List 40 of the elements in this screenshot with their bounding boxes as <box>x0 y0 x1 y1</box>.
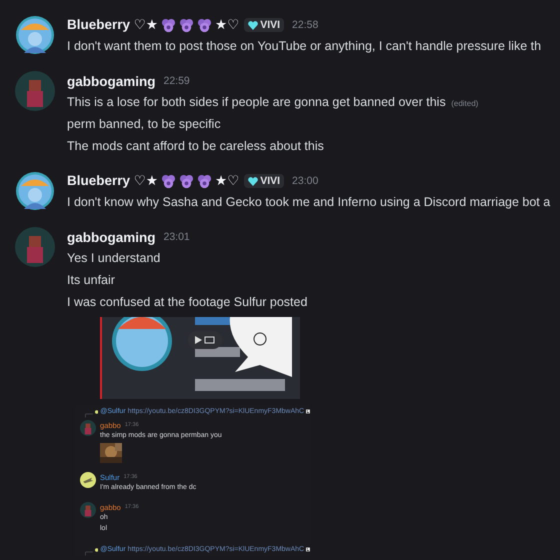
username[interactable]: gabbogaming <box>67 74 156 88</box>
heart-icon <box>248 20 258 30</box>
message-text: Yes I understand <box>67 251 160 265</box>
grape-emoji-icon <box>160 174 176 188</box>
tag-label: VIVI <box>260 19 280 31</box>
username-symbols: ★♡ <box>214 17 240 33</box>
message-text: This is a lose for both sides if people are gonna get banned over this <box>67 95 446 109</box>
message-text: perm banned, to be specific <box>67 117 221 131</box>
grape-emoji-icon <box>196 174 212 188</box>
username[interactable]: Blueberry ♡★ <box>67 17 158 33</box>
message-text: I don't want them to post those on YouTube or anything, I can't handle pressure like th <box>67 39 542 53</box>
play-button[interactable] <box>188 331 222 349</box>
username-symbols: ★♡ <box>214 173 240 189</box>
edited-label: (edited) <box>451 99 478 108</box>
reply-line <box>85 549 93 558</box>
username[interactable]: gabbogaming <box>67 230 156 244</box>
message-text: The mods cant afford to be careless about this <box>67 139 324 153</box>
timestamp: 22:58 <box>292 19 318 31</box>
timestamp: 23:00 <box>292 175 318 187</box>
username[interactable]: Blueberry ♡★ <box>67 173 158 189</box>
message-text: I don't know why Sasha and Gecko took me and Inferno using a Discord marriage bot a <box>67 195 550 209</box>
timestamp: 22:59 <box>164 75 190 87</box>
tag-label: VIVI <box>260 175 280 187</box>
timestamp: 23:01 <box>164 231 190 243</box>
grape-emoji-icon <box>178 18 194 32</box>
reply-line <box>85 411 93 420</box>
grape-emoji-icon <box>160 18 176 32</box>
avatar[interactable] <box>80 472 96 488</box>
grape-emoji-icon <box>196 18 212 32</box>
heart-icon <box>248 176 258 186</box>
avatar <box>94 546 98 554</box>
server-tag[interactable]: VIVI <box>244 174 284 188</box>
play-icon <box>194 335 216 345</box>
avatar[interactable] <box>15 15 55 55</box>
grape-emoji-icon <box>178 174 194 188</box>
message-text: Its unfair <box>67 273 115 287</box>
avatar <box>94 408 98 416</box>
avatar[interactable] <box>15 171 55 211</box>
server-tag[interactable]: VIVI <box>244 18 284 32</box>
message-text: I was confused at the footage Sulfur posted <box>67 295 308 309</box>
